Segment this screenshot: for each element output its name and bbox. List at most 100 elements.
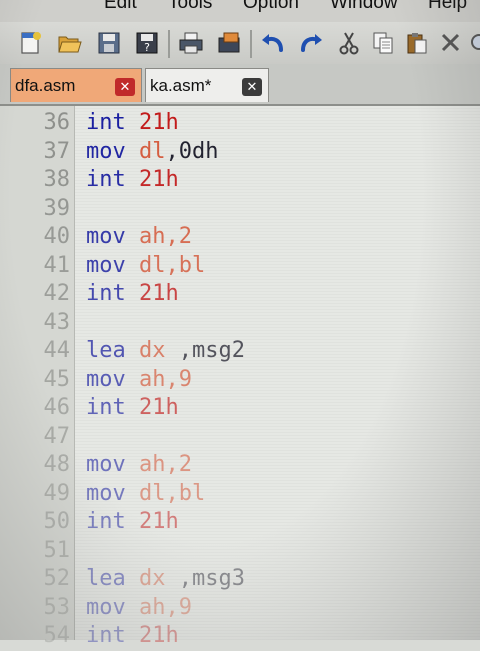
code-token: 21h: [138, 623, 179, 648]
code-line: 47: [0, 424, 480, 452]
code-token: ,2: [165, 452, 192, 477]
code-token: ,0dh: [165, 138, 219, 164]
line-number: 45: [43, 366, 71, 392]
print-icon[interactable]: [176, 28, 206, 58]
code-line: 42 int 21h: [0, 281, 480, 309]
code-line: 48 mov ah,2: [0, 452, 480, 480]
tab-label: dfa.asm: [15, 75, 76, 95]
code-token: ,bl: [165, 480, 206, 506]
code-line: 46 int 21h: [0, 395, 480, 423]
code-token: int: [86, 395, 139, 420]
code-text[interactable]: mov dl,0dh: [86, 139, 218, 164]
code-text[interactable]: mov ah,9: [86, 595, 192, 620]
code-token: int: [86, 167, 139, 192]
code-token: 21h: [138, 110, 179, 135]
line-number: 54: [43, 623, 71, 648]
code-token: ,2: [165, 224, 192, 249]
undo-icon[interactable]: [258, 28, 288, 58]
code-text[interactable]: lea dx ,msg3: [86, 566, 245, 591]
code-token: lea: [86, 338, 139, 363]
tab-dfa-asm[interactable]: dfa.asm ✕: [10, 68, 142, 102]
line-number: 41: [43, 252, 71, 278]
tab-ka-asm[interactable]: ka.asm* ✕: [145, 68, 269, 102]
line-number: 39: [43, 195, 71, 221]
line-number: 50: [43, 509, 71, 534]
code-token: 21h: [138, 395, 179, 420]
code-token: dl: [138, 480, 166, 506]
code-token: mov: [86, 480, 139, 506]
menu-window[interactable]: Window: [330, 0, 398, 14]
code-line: 50 int 21h: [0, 509, 480, 537]
paste-icon[interactable]: [402, 28, 432, 58]
line-number: 47: [43, 423, 71, 449]
save-icon[interactable]: [94, 28, 124, 58]
code-text[interactable]: int 21h: [86, 167, 179, 192]
code-token: ah: [138, 452, 166, 477]
code-editor[interactable]: 36 int 21h 37 mov dl,0dh 38 int 21h 39 40 mov ah…: [0, 106, 480, 648]
print-preview-icon[interactable]: [214, 28, 244, 58]
new-file-icon[interactable]: [16, 28, 46, 58]
menu-edit[interactable]: Edit: [104, 0, 137, 14]
code-token: mov: [86, 252, 139, 278]
toolbar-separator: [168, 30, 170, 58]
code-token: mov: [86, 366, 139, 392]
line-number: 42: [43, 281, 71, 306]
code-token: ,9: [165, 594, 192, 620]
code-text[interactable]: int 21h: [86, 395, 179, 420]
line-number: 43: [43, 309, 71, 335]
code-text[interactable]: int 21h: [86, 281, 179, 306]
code-line: 51: [0, 538, 480, 566]
code-token: int: [86, 281, 139, 306]
close-icon[interactable]: ✕: [115, 78, 135, 96]
line-number: 36: [43, 110, 71, 135]
code-token: ,9: [165, 366, 192, 392]
code-text[interactable]: lea dx ,msg2: [86, 338, 245, 363]
menu-option[interactable]: Option: [243, 0, 299, 14]
toolbar-separator: [250, 30, 252, 58]
code-line: 44 lea dx ,msg2: [0, 338, 480, 366]
line-number: 37: [43, 138, 71, 164]
code-token: ,msg2: [165, 338, 245, 363]
code-token: ah: [138, 366, 166, 392]
line-number: 44: [43, 338, 71, 363]
code-text[interactable]: int 21h: [86, 110, 179, 135]
code-token: int: [86, 110, 139, 135]
code-text[interactable]: mov ah,2: [86, 452, 192, 477]
line-number: 49: [43, 480, 71, 506]
code-text[interactable]: mov dl,bl: [86, 481, 205, 506]
save-as-icon[interactable]: ?: [132, 28, 162, 58]
code-line: 54 int 21h: [0, 623, 480, 651]
code-text[interactable]: mov ah,2: [86, 224, 192, 249]
code-token: lea: [86, 566, 139, 591]
redo-icon[interactable]: [296, 28, 326, 58]
code-text[interactable]: mov dl,bl: [86, 253, 205, 278]
code-line: 52 lea dx ,msg3: [0, 566, 480, 594]
code-token: dl: [138, 138, 166, 164]
code-token: 21h: [138, 509, 179, 534]
find-icon[interactable]: [462, 28, 480, 58]
line-number: 46: [43, 395, 71, 420]
code-line: 49 mov dl,bl: [0, 481, 480, 509]
tab-label: ka.asm*: [150, 75, 212, 95]
line-number: 52: [43, 566, 71, 591]
open-folder-icon[interactable]: [54, 28, 84, 58]
line-number: 51: [43, 537, 71, 563]
menu-bar: Edit Tools Option Window Help: [0, 0, 480, 22]
code-line: 53 mov ah,9: [0, 595, 480, 623]
code-line: 45 mov ah,9: [0, 367, 480, 395]
code-token: 21h: [138, 167, 179, 192]
code-line: 39: [0, 196, 480, 224]
close-icon[interactable]: ✕: [242, 78, 262, 96]
code-token: dx: [138, 338, 166, 363]
code-text[interactable]: int 21h: [86, 509, 179, 534]
menu-tools[interactable]: Tools: [168, 0, 212, 14]
code-text[interactable]: mov ah,9: [86, 367, 192, 392]
cut-icon[interactable]: [334, 28, 364, 58]
code-token: mov: [86, 224, 139, 249]
copy-icon[interactable]: [368, 28, 398, 58]
code-text[interactable]: int 21h: [86, 623, 179, 648]
menu-help[interactable]: Help: [428, 0, 467, 14]
code-token: mov: [86, 594, 139, 620]
code-token: 21h: [138, 281, 179, 306]
code-token: ah: [138, 224, 166, 249]
